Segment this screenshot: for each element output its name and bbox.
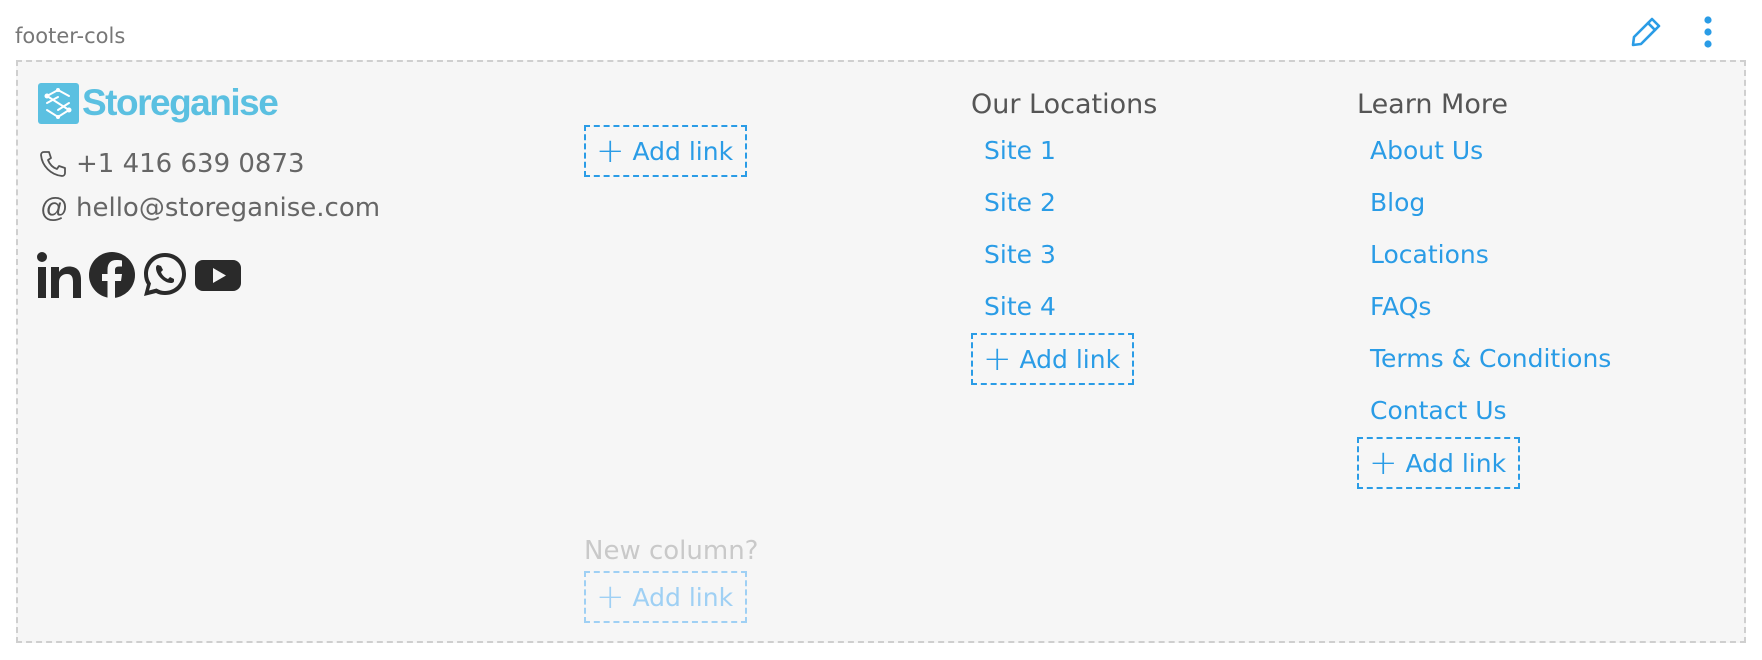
footer-column-2: + Add link [584,85,748,177]
add-link-label: Add link [1019,344,1121,374]
section-label: footer-cols [15,24,126,48]
column-title[interactable]: Learn More [1357,85,1611,125]
column-title[interactable] [584,85,747,125]
column-title[interactable]: Our Locations [971,85,1157,125]
footer-link[interactable]: Site 2 [971,177,1157,229]
add-link-label: Add link [632,136,734,166]
plus-icon: + [596,131,625,171]
email-address: hello@storeganise.com [76,193,381,223]
add-link-label: Add link [632,582,734,612]
link-list: About Us Blog Locations FAQs Terms & Con… [1357,125,1611,437]
brand-name: Storeganise [82,82,279,123]
footer-link[interactable]: About Us [1357,125,1611,177]
footer-link[interactable]: Locations [1357,229,1611,281]
pencil-icon[interactable] [1628,14,1664,50]
brand-logo: Storeganise [38,82,279,124]
footer-column-our-locations: Our Locations Site 1 Site 2 Site 3 Site … [971,85,1157,385]
add-link-label: Add link [1405,448,1507,478]
linkedin-icon[interactable] [36,247,84,303]
contact-phone[interactable]: +1 416 639 0873 [38,147,305,181]
phone-number: +1 416 639 0873 [76,149,305,179]
plus-icon: + [1369,443,1398,483]
new-column-placeholder: New column? + Add link [584,531,758,623]
new-column-title[interactable]: New column? [584,531,758,571]
footer-link[interactable]: Site 4 [971,281,1157,333]
vertical-dots-icon[interactable] [1690,14,1726,50]
add-link-button[interactable]: + Add link [584,125,748,177]
footer-columns-container[interactable]: Storeganise +1 416 639 0873 @ hello@stor… [16,60,1746,643]
footer-link[interactable]: Site 1 [971,125,1157,177]
phone-icon [38,147,74,181]
footer-link[interactable]: Terms & Conditions [1357,333,1611,385]
footer-link[interactable]: Site 3 [971,229,1157,281]
youtube-icon[interactable] [194,247,242,303]
add-link-button[interactable]: + Add link [971,333,1135,385]
footer-column-learn-more: Learn More About Us Blog Locations FAQs … [1357,85,1611,489]
footer-link[interactable]: Blog [1357,177,1611,229]
logo-mark-icon [38,82,79,124]
at-sign-icon: @ [40,192,69,223]
footer-link[interactable]: Contact Us [1357,385,1611,437]
whatsapp-icon[interactable] [140,247,190,303]
link-list: Site 1 Site 2 Site 3 Site 4 [971,125,1157,333]
footer-link[interactable]: FAQs [1357,281,1611,333]
add-link-button[interactable]: + Add link [584,571,748,623]
add-link-button[interactable]: + Add link [1357,437,1521,489]
social-links [36,247,246,303]
contact-email[interactable]: @ hello@storeganise.com [38,191,380,225]
facebook-icon[interactable] [88,247,136,303]
plus-icon: + [983,339,1012,379]
plus-icon: + [596,577,625,617]
